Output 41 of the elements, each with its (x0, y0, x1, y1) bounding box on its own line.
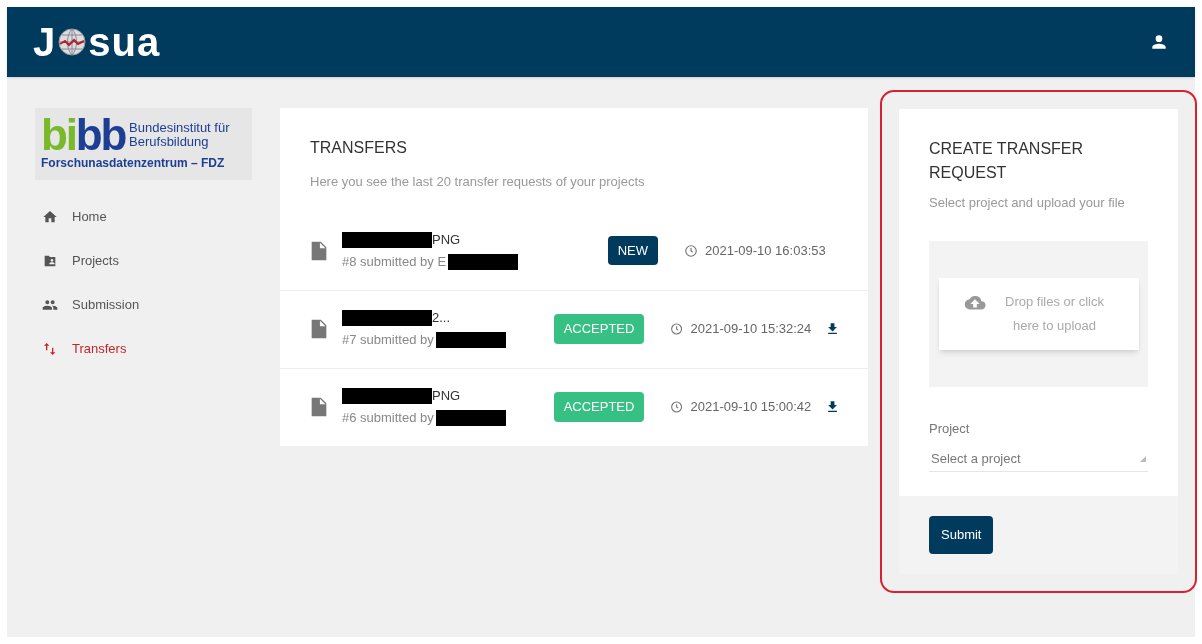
file-name: PNG (432, 387, 461, 406)
resize-handle-icon (1140, 455, 1146, 462)
status-badge: ACCEPTED (553, 392, 645, 422)
home-icon (42, 209, 58, 225)
card-subtitle: Select project and upload your file (929, 194, 1126, 212)
redaction-bar (448, 253, 519, 270)
transfer-time: 2021-09-10 16:03:53 (705, 241, 827, 260)
transfer-time: 2021-09-10 15:32:24 (690, 320, 813, 339)
clock-icon (684, 243, 698, 258)
transfer-row[interactable]: PNG #8 submitted by E NEW 2021-09-10 16:03:53 (280, 211, 868, 290)
up-down-arrows-icon (42, 341, 58, 357)
nav-item[interactable]: Home (42, 204, 252, 230)
josua-logo: J sua (33, 22, 161, 62)
file-name: PNG (432, 230, 461, 249)
status-badge: NEW (607, 235, 658, 266)
status-badge: ACCEPTED (553, 314, 645, 344)
card-title: TRANSFERS (310, 138, 408, 158)
transfer-time: 2021-09-10 15:00:42 (690, 398, 813, 417)
clock-icon (670, 400, 684, 414)
field-label: Project (929, 419, 971, 438)
folder-icon (42, 253, 58, 269)
transfer-row[interactable]: PNG #6 submitted by ACCEPTED 2021-09-10 15:00:42 (280, 367, 868, 446)
redaction-bar (435, 332, 506, 348)
submitter-text: #8 submitted by E (342, 252, 447, 271)
card-title: CREATE TRANSFER REQUEST (929, 139, 1085, 183)
submitter-text: #7 submitted by (342, 331, 434, 350)
people-icon (42, 297, 58, 313)
redaction-bar (435, 410, 506, 426)
project-select[interactable]: Select a project (929, 446, 1148, 472)
clock-icon (670, 322, 684, 336)
transfer-row[interactable]: 2... #7 submitted by ACCEPTED 2021-09-10 15:32:24 (280, 289, 868, 368)
submit-button[interactable]: Submit (929, 516, 994, 554)
dropzone-text: Drop files or click here to upload (1004, 292, 1105, 335)
card-subtitle: Here you see the last 20 transfer requests of your projects (310, 173, 646, 191)
nav-item[interactable]: Projects (42, 248, 252, 274)
submitter-text: #6 submitted by (342, 409, 434, 428)
globe-icon (57, 27, 88, 57)
user-icon[interactable] (1149, 32, 1169, 52)
nav-item[interactable]: Transfers (42, 336, 252, 362)
file-name: 2... (432, 309, 451, 328)
nav-item[interactable]: Submission (42, 292, 252, 318)
